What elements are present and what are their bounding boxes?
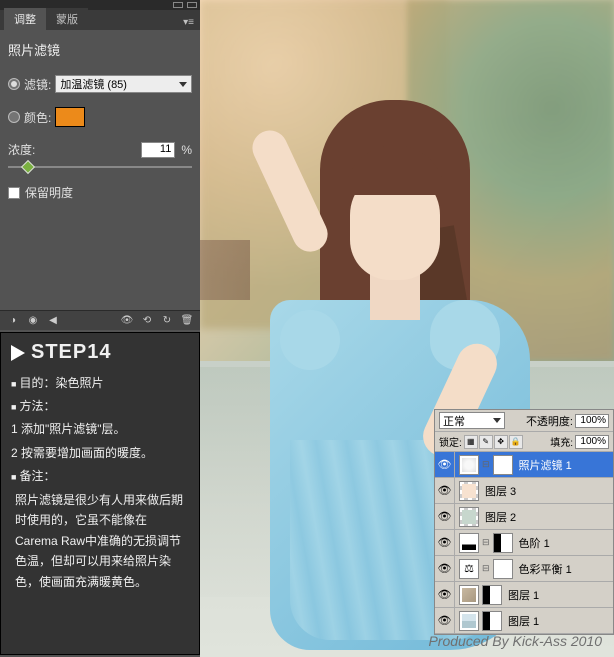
lock-pixels-icon[interactable]: ✎ <box>479 435 493 449</box>
note-text: 照片滤镜是很少有人用来做后期时使用的，它虽不能像在Carema Raw中准确的无… <box>11 490 189 592</box>
reset-prev-icon[interactable]: ↻ <box>158 314 176 328</box>
trash-icon[interactable]: 🗑 <box>178 314 196 328</box>
layer-name: 图层 1 <box>506 587 539 603</box>
layer-thumbnails: ⚖⊟ <box>455 559 517 579</box>
filter-dropdown[interactable]: 加温滤镜 (85) <box>55 75 192 93</box>
layer-row[interactable]: 👁 图层 1 <box>435 608 613 634</box>
density-unit: % <box>181 143 192 157</box>
layer-thumbnails <box>455 585 506 605</box>
color-swatch[interactable] <box>55 107 85 127</box>
adj-icon-2[interactable]: ◉ <box>24 314 42 328</box>
layer-thumbnails <box>455 611 506 631</box>
layer-row[interactable]: 👁 图层 1 <box>435 582 613 608</box>
visibility-icon[interactable]: 👁 <box>435 478 455 504</box>
layer-name: 色阶 1 <box>517 535 550 551</box>
fill-label: 填充: <box>550 434 573 449</box>
panel-menu-icon[interactable]: ▾≡ <box>177 15 200 30</box>
layer-row[interactable]: 👁 ⚖⊟ 色彩平衡 1 <box>435 556 613 582</box>
lock-all-icon[interactable]: 🔒 <box>509 435 523 449</box>
goal-text: 染色照片 <box>55 376 103 390</box>
layer-name: 色彩平衡 1 <box>517 561 572 577</box>
layer-row[interactable]: 👁 ⊟ 色阶 1 <box>435 530 613 556</box>
blend-mode-dropdown[interactable]: 正常 <box>439 412 505 429</box>
panel-title: 照片滤镜 <box>8 40 192 59</box>
note-label: 备注： <box>11 467 189 486</box>
layer-thumbnails: ⊟ <box>455 533 517 553</box>
layer-thumbnails <box>455 481 483 501</box>
collapse-icon[interactable] <box>173 2 183 8</box>
preserve-luminosity-label: 保留明度 <box>25 184 73 201</box>
chevron-down-icon <box>493 418 501 423</box>
density-slider[interactable] <box>8 160 192 174</box>
visibility-icon[interactable]: 👁 <box>118 314 136 328</box>
layer-thumbnails <box>455 507 483 527</box>
credit-text: Produced By Kick-Ass 2010 <box>428 633 602 649</box>
filter-label: 滤镜: <box>24 76 51 93</box>
preserve-luminosity-checkbox[interactable] <box>8 187 20 199</box>
reset-icon[interactable]: ⟲ <box>138 314 156 328</box>
tab-masks[interactable]: 蒙版 <box>46 8 88 30</box>
density-input[interactable]: 11 <box>141 142 175 158</box>
layer-name: 图层 2 <box>483 509 516 525</box>
adjustments-panel: 调整 蒙版 ▾≡ 照片滤镜 滤镜: 加温滤镜 (85) 颜色: 浓度: <box>0 0 200 330</box>
panel-footer: ◑ ◉ ◀ 👁 ⟲ ↻ 🗑 <box>0 310 200 330</box>
filter-radio[interactable] <box>8 78 20 90</box>
step-section: STEP14 目的：染色照片 方法： 1 添加"照片滤镜"层。 2 按需要增加画… <box>0 332 200 655</box>
visibility-icon[interactable]: 👁 <box>435 452 455 478</box>
layer-name: 照片滤镜 1 <box>517 457 572 473</box>
layer-row[interactable]: 👁 图层 3 <box>435 478 613 504</box>
chevron-down-icon <box>179 82 187 87</box>
opacity-label: 不透明度: <box>526 413 573 429</box>
visibility-icon[interactable]: 👁 <box>435 582 455 608</box>
visibility-icon[interactable]: 👁 <box>435 504 455 530</box>
lock-position-icon[interactable]: ✥ <box>494 435 508 449</box>
layers-panel: 正常 不透明度: 100% 锁定: ▦ ✎ ✥ 🔒 填充: 100% 👁 ⊟ <box>434 409 614 635</box>
visibility-icon[interactable]: 👁 <box>435 530 455 556</box>
layer-row[interactable]: 👁 图层 2 <box>435 504 613 530</box>
play-icon <box>11 345 25 361</box>
canvas-area[interactable]: Produced By Kick-Ass 2010 正常 不透明度: 100% … <box>200 0 614 657</box>
step-title: STEP14 <box>31 341 111 364</box>
lock-label: 锁定: <box>439 434 462 449</box>
density-label: 浓度: <box>8 141 135 158</box>
opacity-input[interactable]: 100% <box>575 414 609 428</box>
visibility-icon[interactable]: 👁 <box>435 556 455 582</box>
goal-label: 目的： <box>19 376 55 390</box>
visibility-icon[interactable]: 👁 <box>435 608 455 634</box>
blend-mode-value: 正常 <box>443 413 465 429</box>
method-1: 1 添加"照片滤镜"层。 <box>11 420 189 439</box>
close-icon[interactable] <box>187 2 197 8</box>
color-label: 颜色: <box>24 109 51 126</box>
layer-name: 图层 1 <box>506 613 539 629</box>
adj-icon-3[interactable]: ◀ <box>44 314 62 328</box>
adj-icon-1[interactable]: ◑ <box>4 314 22 328</box>
tab-adjustments[interactable]: 调整 <box>4 8 46 30</box>
layer-row[interactable]: 👁 ⊟ 照片滤镜 1 <box>435 452 613 478</box>
layer-name: 图层 3 <box>483 483 516 499</box>
color-radio[interactable] <box>8 111 20 123</box>
method-label: 方法： <box>11 397 189 416</box>
layer-thumbnails: ⊟ <box>455 455 517 475</box>
fill-input[interactable]: 100% <box>575 435 609 449</box>
method-2: 2 按需要增加画面的暖度。 <box>11 444 189 463</box>
lock-transparency-icon[interactable]: ▦ <box>464 435 478 449</box>
left-panel: 调整 蒙版 ▾≡ 照片滤镜 滤镜: 加温滤镜 (85) 颜色: 浓度: <box>0 0 200 657</box>
filter-value: 加温滤镜 (85) <box>60 76 127 92</box>
